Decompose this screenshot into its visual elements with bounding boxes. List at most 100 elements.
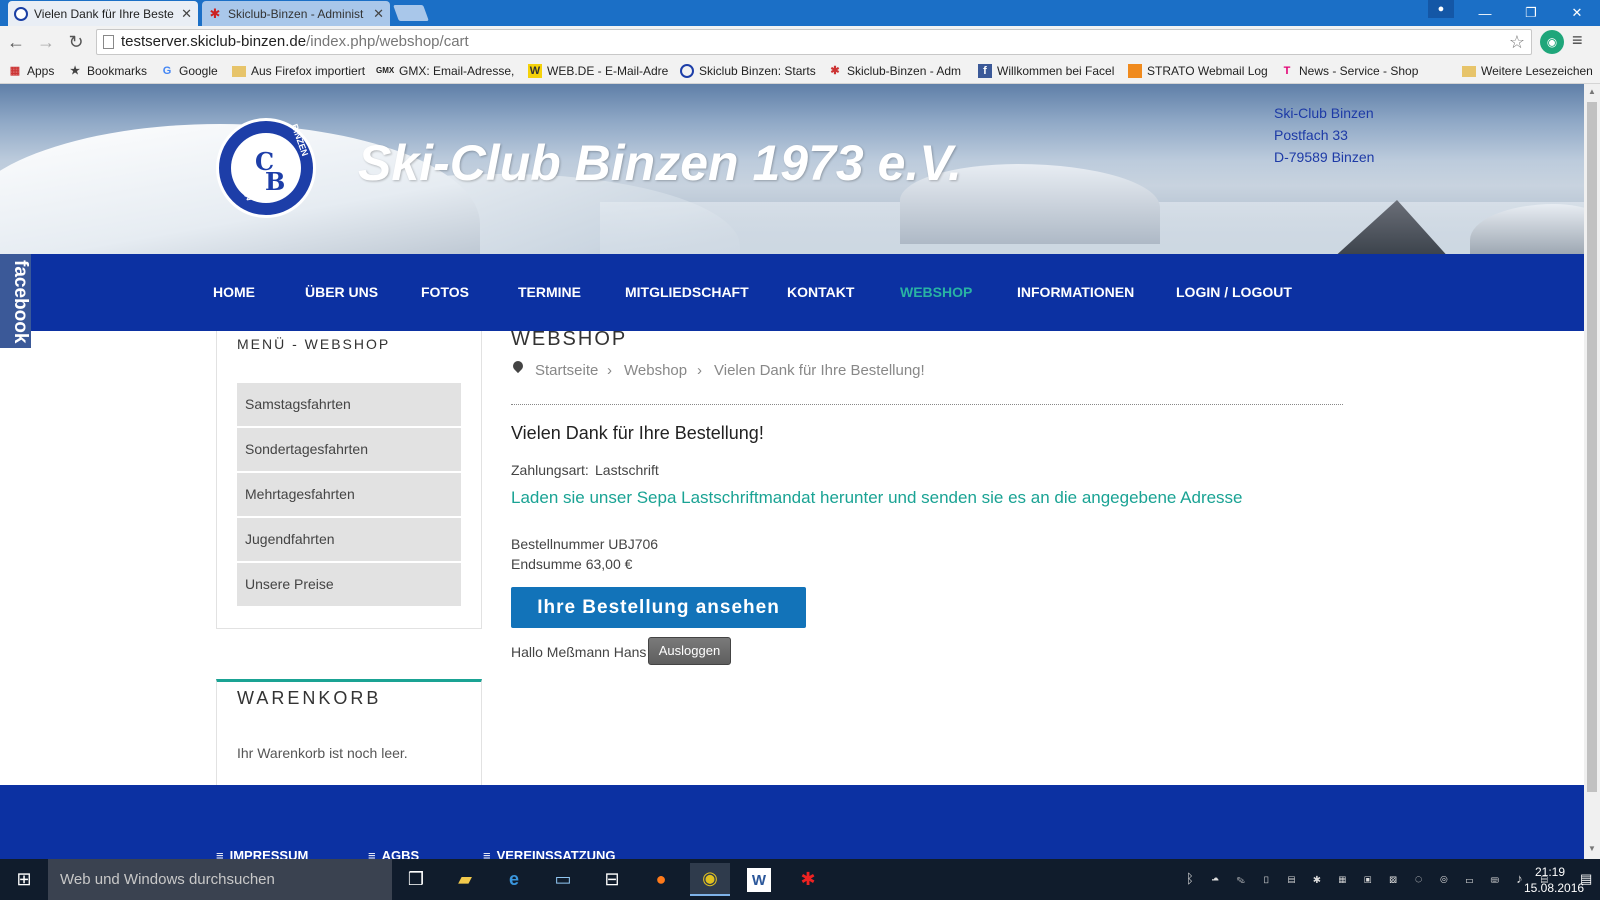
bookmark-star-icon[interactable]: ☆ xyxy=(1509,30,1525,54)
browser-tab-bar: Vielen Dank für Ihre Beste ✕ ✱ Skiclub-B… xyxy=(0,0,1600,26)
file-explorer-icon[interactable]: ▰ xyxy=(445,863,485,896)
joomla-favicon-icon: ✱ xyxy=(209,5,221,21)
bookmark-strato[interactable]: STRATO Webmail Log xyxy=(1128,62,1268,80)
store-icon[interactable]: ⊟ xyxy=(592,863,632,896)
window-close-icon[interactable]: ✕ xyxy=(1554,0,1600,26)
notification-icon[interactable]: ▤ xyxy=(1580,871,1592,887)
new-tab-button[interactable] xyxy=(393,5,429,21)
breadcrumb-current: Vielen Dank für Ihre Bestellung! xyxy=(714,362,925,379)
thank-you-message: Vielen Dank für Ihre Bestellung! xyxy=(511,423,764,443)
bookmark-firefox-folder[interactable]: Aus Firefox importiert xyxy=(232,62,365,80)
taskbar-search-input[interactable]: Web und Windows durchsuchen xyxy=(48,859,392,900)
main-navigation: HOME ÜBER UNS FOTOS TERMINE MITGLIEDSCHA… xyxy=(0,254,1584,331)
telekom-icon: T xyxy=(1283,65,1291,77)
facebook-icon: f xyxy=(978,64,992,78)
strato-icon xyxy=(1128,64,1142,78)
nav-ueber-uns[interactable]: ÜBER UNS xyxy=(305,284,378,300)
payment-method-label: Zahlungsart: xyxy=(511,462,589,478)
bookmark-skiclub-admin[interactable]: ✱ Skiclub-Binzen - Adm xyxy=(828,62,964,80)
chevron-right-icon: › xyxy=(697,362,702,379)
system-tray[interactable]: ᛒ ☁ ✎ ▯ ▤ ✱ ▦ ▣ ▩ ◌ ◎ ▭ ⌨ ♪ ▤ xyxy=(1186,871,1555,886)
address-bar[interactable]: testserver.skiclub-binzen.de/index.php/w… xyxy=(96,29,1532,55)
apps-grid-icon: ▦ xyxy=(9,65,21,77)
url-host: testserver.skiclub-binzen.de xyxy=(121,33,307,50)
club-logo[interactable]: C B BINZEN 1973 EV xyxy=(216,118,316,218)
bookmark-facebook[interactable]: f Willkommen bei Facel xyxy=(978,62,1116,80)
close-icon[interactable]: ✕ xyxy=(181,6,192,22)
reload-icon[interactable]: ↻ xyxy=(64,30,88,54)
windows-start-icon[interactable]: ⊞ xyxy=(0,859,48,900)
restore-icon[interactable]: ❐ xyxy=(1508,0,1554,26)
tab-active[interactable]: Vielen Dank für Ihre Beste ✕ xyxy=(8,1,198,26)
greeting-text: Hallo Meßmann Hans xyxy=(511,644,647,660)
sepa-mandate-link[interactable]: Laden sie unser Sepa Lastschriftmandat h… xyxy=(511,488,1243,508)
nav-fotos[interactable]: FOTOS xyxy=(421,284,469,300)
firefox-icon[interactable]: ● xyxy=(641,863,681,896)
bookmark-label: STRATO Webmail Log xyxy=(1147,64,1268,78)
sidebar-item-unsere-preise[interactable]: Unsere Preise xyxy=(237,563,461,606)
facebook-side-tab[interactable]: facebook xyxy=(0,254,31,348)
bookmark-gmx[interactable]: GMX GMX: Email-Adresse, I xyxy=(376,62,516,80)
order-total: Endsumme 63,00 € xyxy=(511,556,633,572)
address-line: Postfach 33 xyxy=(1274,127,1348,143)
footer-link-label: IMPRESSUM xyxy=(229,848,309,859)
back-arrow-icon[interactable]: ← xyxy=(4,30,28,54)
location-pin-icon xyxy=(510,358,526,374)
view-order-button[interactable]: Ihre Bestellung ansehen xyxy=(511,587,806,628)
taskbar-clock[interactable]: 21:19 15.08.2016 xyxy=(1524,864,1584,896)
bookmark-telekom[interactable]: T News - Service - Shop xyxy=(1280,62,1420,80)
site-footer: ≡ IMPRESSUM ≡ AGBS ≡ VEREINSSATZUNG xyxy=(0,785,1584,859)
menu-bars-icon: ≡ xyxy=(368,848,376,859)
word-icon[interactable]: W xyxy=(747,868,771,892)
app-red-icon[interactable]: ✱ xyxy=(788,863,828,896)
menu-bars-icon: ≡ xyxy=(483,848,491,859)
edge-icon[interactable]: e xyxy=(494,863,534,896)
chrome-icon[interactable]: ◉ xyxy=(690,863,730,896)
skiclub-favicon-icon xyxy=(14,6,28,21)
sidebar-item-sondertagesfahrten[interactable]: Sondertagesfahrten xyxy=(237,428,461,471)
scrollbar-thumb[interactable] xyxy=(1587,102,1597,792)
bookmark-apps[interactable]: ▦ Apps xyxy=(8,62,55,80)
nav-webshop[interactable]: WEBSHOP xyxy=(900,284,972,300)
minimize-icon[interactable]: — xyxy=(1462,0,1508,26)
remote-desktop-icon[interactable]: ▭ xyxy=(543,863,583,896)
bookmark-google[interactable]: G Google xyxy=(160,62,218,80)
footer-link-label: AGBS xyxy=(381,848,420,859)
bookmark-webde[interactable]: W WEB.DE - E-Mail-Adre xyxy=(528,62,668,80)
nav-home[interactable]: HOME xyxy=(213,284,255,300)
sidebar-item-jugendfahrten[interactable]: Jugendfahrten xyxy=(237,518,461,561)
nav-informationen[interactable]: INFORMATIONEN xyxy=(1017,284,1134,300)
sidebar-item-mehrtagesfahrten[interactable]: Mehrtagesfahrten xyxy=(237,473,461,516)
bookmark-skiclub[interactable]: Skiclub Binzen: Starts xyxy=(680,62,818,80)
footer-link-agbs[interactable]: ≡ AGBS xyxy=(368,848,419,859)
nav-login-logout[interactable]: LOGIN / LOGOUT xyxy=(1176,284,1292,300)
footer-link-impressum[interactable]: ≡ IMPRESSUM xyxy=(216,848,308,859)
page-viewport: C B BINZEN 1973 EV Ski-Club Binzen 1973 … xyxy=(0,84,1584,859)
bookmark-label: Willkommen bei Facel xyxy=(997,64,1115,78)
task-view-icon[interactable]: ❒ xyxy=(396,863,436,896)
logout-button[interactable]: Ausloggen xyxy=(648,637,731,665)
nav-mitgliedschaft[interactable]: MITGLIEDSCHAFT xyxy=(625,284,749,300)
star-icon: ★ xyxy=(70,65,80,77)
breadcrumb-webshop[interactable]: Webshop xyxy=(624,362,687,379)
page-scrollbar[interactable]: ▲ ▼ xyxy=(1584,84,1600,859)
scroll-up-icon[interactable]: ▲ xyxy=(1587,87,1597,97)
scroll-down-icon[interactable]: ▼ xyxy=(1587,844,1597,854)
footer-link-vereinssatzung[interactable]: ≡ VEREINSSATZUNG xyxy=(483,848,616,859)
bookmark-label: Skiclub Binzen: Starts xyxy=(699,64,816,78)
nav-termine[interactable]: TERMINE xyxy=(518,284,581,300)
nav-kontakt[interactable]: KONTAKT xyxy=(787,284,854,300)
browser-menu-icon[interactable]: ≡ xyxy=(1572,30,1583,51)
extension-icon[interactable]: ◉ xyxy=(1540,30,1564,54)
bookmark-bookmarks[interactable]: ★ Bookmarks xyxy=(68,62,147,80)
breadcrumb-startseite[interactable]: Startseite xyxy=(535,362,598,379)
club-address: Ski-Club Binzen Postfach 33 D-79589 Binz… xyxy=(1274,102,1374,168)
sidebar-item-samstagsfahrten[interactable]: Samstagsfahrten xyxy=(237,383,461,426)
chevron-right-icon: › xyxy=(607,362,612,379)
close-icon[interactable]: ✕ xyxy=(373,6,384,22)
bookmark-more[interactable]: Weitere Lesezeichen xyxy=(1462,62,1593,80)
profile-icon[interactable]: ● xyxy=(1428,0,1454,18)
forward-arrow-icon[interactable]: → xyxy=(34,30,58,54)
bookmark-label: Google xyxy=(179,64,218,78)
tab-admin[interactable]: ✱ Skiclub-Binzen - Administ ✕ xyxy=(202,1,390,26)
